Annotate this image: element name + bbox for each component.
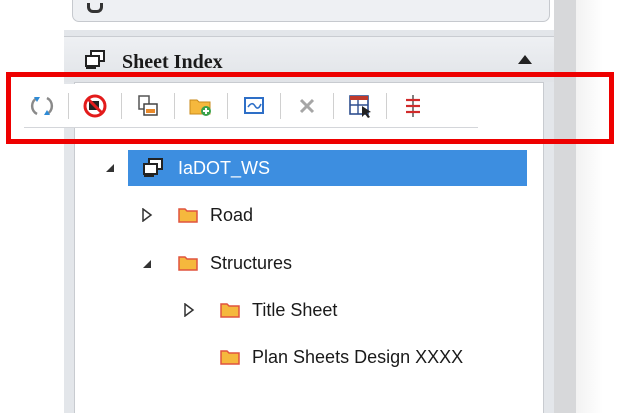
table-view-button[interactable] bbox=[342, 90, 378, 122]
sheet-properties-button[interactable] bbox=[130, 90, 166, 122]
toolbar-separator bbox=[68, 92, 69, 119]
table-view-icon bbox=[349, 94, 371, 118]
previous-panel-header[interactable] bbox=[72, 0, 550, 22]
chevron-up-icon[interactable] bbox=[516, 52, 534, 68]
delete-button[interactable] bbox=[289, 90, 325, 122]
toolbar-separator bbox=[174, 92, 175, 119]
folder-icon bbox=[178, 256, 198, 271]
toolbar-separator bbox=[227, 92, 228, 119]
panel-header[interactable]: Sheet Index bbox=[64, 36, 554, 82]
left-margin bbox=[0, 0, 64, 413]
tree-node-plan-sheets[interactable]: Plan Sheets Design XXXX bbox=[220, 339, 463, 375]
add-folder-icon bbox=[189, 99, 211, 116]
toolbar-separator bbox=[386, 92, 387, 119]
tree-node-label: Road bbox=[210, 204, 254, 225]
refresh-button[interactable] bbox=[24, 90, 60, 122]
panel-title: Sheet Index bbox=[122, 51, 223, 73]
vertical-scrollbar-track[interactable] bbox=[554, 0, 576, 413]
tree-node-road[interactable]: Road bbox=[178, 197, 253, 233]
toolbar-separator bbox=[280, 92, 281, 119]
refresh-icon bbox=[30, 96, 54, 115]
expanded-triangle-icon[interactable] bbox=[140, 257, 154, 271]
folder-icon bbox=[178, 208, 198, 223]
no-entry-button[interactable] bbox=[77, 90, 113, 122]
toolbar-separator bbox=[121, 92, 122, 119]
tree-node-root[interactable]: IaDOT_WS bbox=[128, 150, 527, 186]
toolbar-separator bbox=[333, 92, 334, 119]
add-sheet-icon bbox=[244, 96, 264, 114]
tree-node-label: IaDOT_WS bbox=[178, 157, 271, 178]
sheet-index-icon bbox=[143, 158, 163, 177]
expanded-triangle-icon[interactable] bbox=[103, 161, 117, 175]
tree-filter-button[interactable] bbox=[395, 90, 431, 122]
panel-icon bbox=[87, 3, 103, 13]
tree-node-label: Structures bbox=[210, 252, 293, 273]
tree-node-label: Title Sheet bbox=[252, 299, 338, 320]
no-entry-icon bbox=[83, 94, 107, 117]
tree-node-title-sheet[interactable]: Title Sheet bbox=[220, 292, 337, 328]
tree-node-structures[interactable]: Structures bbox=[178, 245, 292, 281]
sheet-properties-icon bbox=[138, 94, 158, 116]
collapsed-triangle-icon[interactable] bbox=[182, 303, 196, 317]
tree-filter-icon bbox=[406, 94, 420, 117]
folder-icon bbox=[220, 303, 240, 318]
delete-icon bbox=[299, 98, 315, 113]
tree-node-label: Plan Sheets Design XXXX bbox=[252, 346, 464, 367]
sheet-index-icon bbox=[85, 50, 105, 69]
folder-icon bbox=[220, 350, 240, 365]
right-background bbox=[576, 0, 621, 413]
add-sheet-button[interactable] bbox=[236, 90, 272, 122]
sheet-index-toolbar bbox=[24, 84, 478, 128]
collapsed-triangle-icon[interactable] bbox=[140, 208, 154, 222]
add-folder-button[interactable] bbox=[183, 90, 219, 122]
